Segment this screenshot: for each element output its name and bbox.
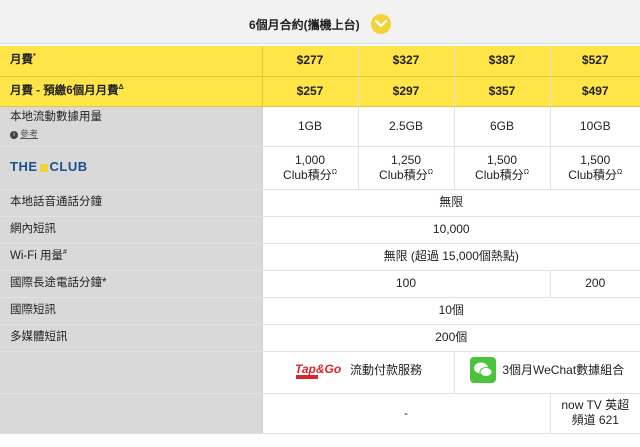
monthly-fee-row: 月費* $277 $327 $387 $527 — [0, 46, 640, 77]
chevron-down-icon[interactable] — [371, 14, 391, 34]
tapgo-cell: Tap&Go 流動付款服務 — [262, 351, 455, 394]
club-cell: 1,000 Club積分Ω — [262, 146, 359, 190]
tapgo-logo-icon: Tap&Go — [294, 359, 344, 381]
monthly-fee-cell: $277 — [262, 46, 359, 77]
prepay-fee-cell: $257 — [262, 76, 359, 107]
data-cell: 6GB — [454, 106, 551, 147]
wechat-icon — [470, 357, 497, 383]
plan-header: 6個月合約(攜機上台) — [0, 0, 640, 44]
idd-row: 國際長途電話分鐘* 100 200 — [0, 270, 640, 298]
dash-cell: - — [262, 393, 551, 434]
prepay-fee-row: 月費 - 預繳6個月月費Δ $257 $297 $357 $497 — [0, 76, 640, 107]
the-club-logo: THE CLUB — [10, 159, 88, 174]
extras-label-2 — [0, 393, 263, 434]
data-label: 本地流動數據用量 i 參考 — [0, 106, 263, 147]
plan-table: 月費* $277 $327 $387 $527 月費 - 預繳6個月月費Δ $2… — [0, 46, 640, 434]
extras-row: Tap&Go 流動付款服務 3個月WeChat數據組合 — [0, 351, 640, 394]
club-label: THE CLUB — [0, 146, 263, 190]
monthly-fee-cell: $527 — [550, 46, 640, 77]
voice-row: 本地話音通話分鐘 無限 — [0, 189, 640, 217]
mms-label: 多媒體短訊 — [0, 324, 263, 352]
data-cell: 10GB — [550, 106, 640, 147]
club-cell: 1,250 Club積分Ω — [358, 146, 455, 190]
nowtv-cell: now TV 英超頻道 621 — [550, 393, 640, 434]
mms-cell: 200個 — [262, 324, 640, 352]
wifi-cell: 無限 (超過 15,000個熱點) — [262, 243, 640, 271]
wifi-label: Wi-Fi 用量# — [0, 243, 263, 271]
prepay-fee-cell: $297 — [358, 76, 455, 107]
data-row: 本地流動數據用量 i 參考 1GB 2.5GB 6GB 10GB — [0, 106, 640, 147]
idd-label: 國際長途電話分鐘* — [0, 270, 263, 298]
wechat-cell: 3個月WeChat數據組合 — [454, 351, 640, 394]
prepay-fee-label: 月費 - 預繳6個月月費Δ — [0, 76, 263, 107]
sms-cell: 10,000 — [262, 216, 640, 244]
sms-row: 網內短訊 10,000 — [0, 216, 640, 244]
prepay-fee-cell: $357 — [454, 76, 551, 107]
club-dot-icon — [39, 163, 48, 172]
data-ref-link[interactable]: i 參考 — [10, 127, 262, 142]
wifi-row: Wi-Fi 用量# 無限 (超過 15,000個熱點) — [0, 243, 640, 271]
club-cell: 1,500 Club積分Ω — [550, 146, 640, 190]
intl-sms-row: 國際短訊 10個 — [0, 297, 640, 325]
data-cell: 1GB — [262, 106, 359, 147]
extras-label — [0, 351, 263, 394]
plan-title-row[interactable]: 6個月合約(攜機上台) — [0, 14, 640, 34]
club-row: THE CLUB 1,000 Club積分Ω 1,250 Club積分Ω 1,500 C… — [0, 146, 640, 190]
monthly-fee-cell: $387 — [454, 46, 551, 77]
intl-sms-cell: 10個 — [262, 297, 640, 325]
sms-label: 網內短訊 — [0, 216, 263, 244]
mms-row: 多媒體短訊 200個 — [0, 324, 640, 352]
tapgo-text: 流動付款服務 — [349, 362, 422, 377]
voice-cell: 無限 — [262, 189, 640, 217]
extras-row-2: - now TV 英超頻道 621 — [0, 393, 640, 434]
data-cell: 2.5GB — [358, 106, 455, 147]
idd-cell: 200 — [550, 270, 640, 298]
idd-cell: 100 — [262, 270, 551, 298]
monthly-fee-label: 月費* — [0, 46, 263, 77]
club-cell: 1,500 Club積分Ω — [454, 146, 551, 190]
intl-sms-label: 國際短訊 — [0, 297, 263, 325]
prepay-fee-cell: $497 — [550, 76, 640, 107]
svg-text:Tap&Go: Tap&Go — [295, 362, 341, 376]
monthly-fee-cell: $327 — [358, 46, 455, 77]
voice-label: 本地話音通話分鐘 — [0, 189, 263, 217]
info-icon: i — [10, 130, 18, 139]
plan-title: 6個月合約(攜機上台) — [248, 17, 360, 32]
wechat-text: 3個月WeChat數據組合 — [502, 362, 625, 377]
